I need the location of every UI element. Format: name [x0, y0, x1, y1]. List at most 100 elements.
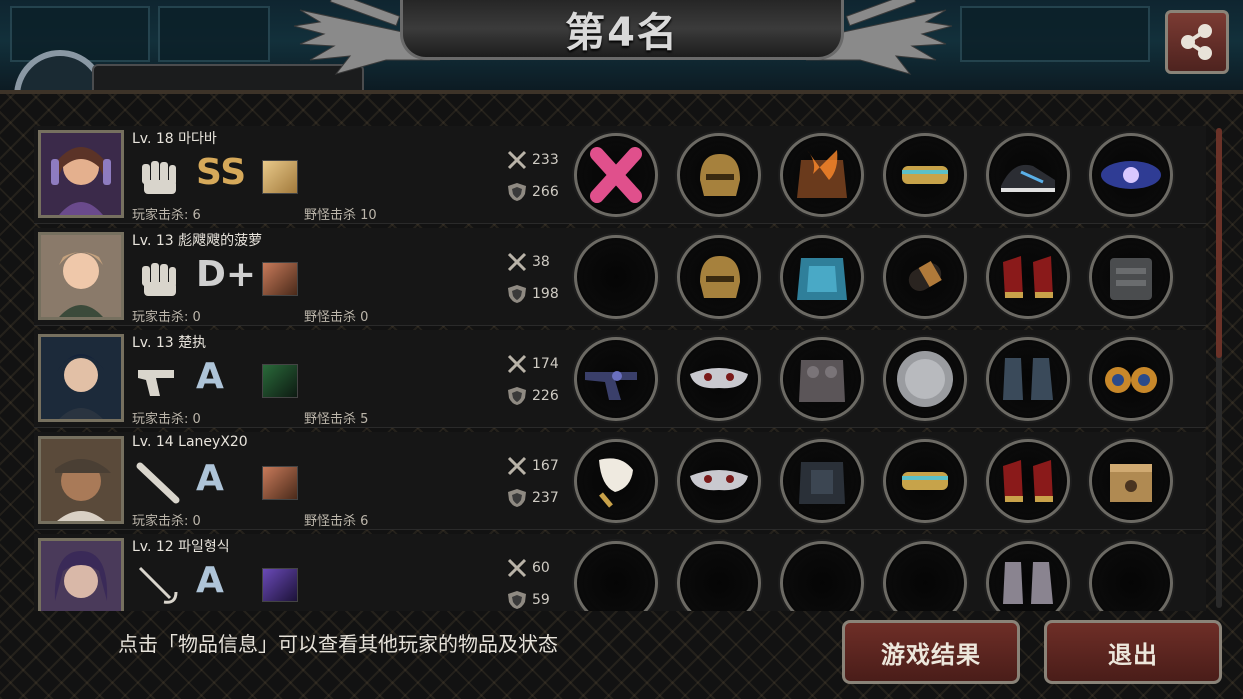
skill-icon: [262, 568, 298, 602]
grade-badge: D+: [196, 254, 257, 295]
player-portrait: [38, 232, 124, 320]
fist-icon: [142, 161, 176, 194]
crossed-swords-icon: [507, 354, 527, 374]
bat-icon: [136, 462, 180, 504]
grade-badge: SS: [196, 152, 247, 193]
rapier-icon: [138, 566, 178, 604]
item-slot-flaming-armor[interactable]: [780, 133, 864, 217]
item-slot-galaxy-orb[interactable]: [1089, 133, 1173, 217]
crossed-swords-icon: [507, 456, 527, 476]
attack-value: 167: [532, 458, 559, 474]
player-row[interactable]: Lv. 18 마다바 SS 玩家击杀: 6 野怪击杀 10 233 266: [34, 126, 1206, 224]
defense-value: 198: [532, 286, 559, 302]
defense-value: 237: [532, 490, 559, 506]
share-icon: [1181, 24, 1212, 60]
item-slot-empty[interactable]: [574, 541, 658, 611]
background-window: [158, 6, 270, 62]
game-result-button[interactable]: 游戏结果: [842, 620, 1020, 684]
item-slot-revolver[interactable]: [574, 337, 658, 421]
share-button[interactable]: [1165, 10, 1229, 74]
player-level-name: Lv. 13 楚执: [132, 335, 207, 351]
background-window: [960, 6, 1150, 62]
defense-value: 226: [532, 388, 559, 404]
grade-badge: A: [196, 356, 224, 397]
player-kills: 玩家击杀: 0: [132, 514, 201, 529]
player-portrait: [38, 334, 124, 422]
player-kills: 玩家击杀: 0: [132, 310, 201, 325]
attack-stat: 233: [506, 150, 559, 170]
item-slot-tactical-vest[interactable]: [1089, 235, 1173, 319]
item-slot-blue-boots[interactable]: [986, 337, 1070, 421]
skill-icon: [262, 466, 298, 500]
player-portrait: [38, 538, 124, 611]
player-kills: 玩家击杀: 0: [132, 412, 201, 427]
item-slot-stone-armor[interactable]: [780, 337, 864, 421]
item-slot-sneakers[interactable]: [986, 133, 1070, 217]
item-slot-grey-boots[interactable]: [986, 541, 1070, 611]
grade-badge: A: [196, 560, 224, 601]
player-row[interactable]: Lv. 12 파일형식 A 60 59: [34, 534, 1206, 611]
rank-title: 第4名: [565, 9, 679, 56]
defense-stat: 237: [506, 488, 559, 508]
shield-icon: [508, 489, 526, 507]
attack-stat: 38: [506, 252, 550, 272]
item-slot-silver-mask[interactable]: [677, 337, 761, 421]
player-list[interactable]: Lv. 18 마다바 SS 玩家击杀: 6 野怪击杀 10 233 266 Lv…: [34, 126, 1210, 611]
item-slot-empty[interactable]: [883, 541, 967, 611]
attack-value: 60: [532, 560, 550, 576]
item-slot-empty[interactable]: [574, 235, 658, 319]
player-row[interactable]: Lv. 13 彪飕飕的菠萝 D+ 玩家击杀: 0 野怪击杀 0 38 198: [34, 228, 1206, 326]
player-level-name: Lv. 14 LaneyX20: [132, 434, 248, 450]
rank-banner: 第4名: [400, 0, 844, 60]
item-slot-empty[interactable]: [780, 541, 864, 611]
item-slot-gold-earrings[interactable]: [1089, 337, 1173, 421]
defense-stat: 59: [506, 590, 550, 610]
player-level-name: Lv. 18 마다바: [132, 131, 217, 147]
shield-icon: [508, 387, 526, 405]
defense-value: 59: [532, 592, 550, 608]
scrollbar-thumb[interactable]: [1216, 128, 1222, 358]
player-portrait: [38, 436, 124, 524]
attack-stat: 60: [506, 558, 550, 578]
attack-stat: 167: [506, 456, 559, 476]
item-slot-empty[interactable]: [677, 541, 761, 611]
item-slot-empty[interactable]: [1089, 541, 1173, 611]
player-row[interactable]: Lv. 14 LaneyX20 A 玩家击杀: 0 野怪击杀 6 167 237: [34, 432, 1206, 530]
item-slot-steel-disc[interactable]: [883, 337, 967, 421]
defense-stat: 226: [506, 386, 559, 406]
item-slot-silver-mask[interactable]: [677, 439, 761, 523]
attack-value: 233: [532, 152, 559, 168]
item-slot-blue-armor[interactable]: [780, 235, 864, 319]
attack-stat: 174: [506, 354, 559, 374]
item-slot-gold-helmet[interactable]: [677, 133, 761, 217]
hint-text: 点击「物品信息」可以查看其他玩家的物品及状态: [118, 632, 558, 656]
crossed-swords-icon: [507, 252, 527, 272]
item-slot-red-heels[interactable]: [986, 235, 1070, 319]
item-slot-dark-armor[interactable]: [780, 439, 864, 523]
item-slot-red-heels[interactable]: [986, 439, 1070, 523]
shield-icon: [508, 285, 526, 303]
shield-icon: [508, 183, 526, 201]
item-slot-gold-bracelet[interactable]: [883, 133, 967, 217]
defense-value: 266: [532, 184, 559, 200]
pistol-icon: [138, 370, 174, 396]
item-slot-crate[interactable]: [1089, 439, 1173, 523]
exit-button[interactable]: 退出: [1044, 620, 1222, 684]
crossed-swords-icon: [507, 150, 527, 170]
item-slot-white-hat[interactable]: [574, 439, 658, 523]
fist-icon: [142, 263, 176, 296]
skill-icon: [262, 262, 298, 296]
skill-icon: [262, 160, 298, 194]
player-kills: 玩家击杀: 6: [132, 208, 201, 223]
item-slot-bullet[interactable]: [883, 235, 967, 319]
player-row[interactable]: Lv. 13 楚执 A 玩家击杀: 0 野怪击杀 5 174 226: [34, 330, 1206, 428]
item-slot-gold-bracelet[interactable]: [883, 439, 967, 523]
defense-stat: 266: [506, 182, 559, 202]
monster-kills: 野怪击杀 10: [304, 208, 377, 223]
player-level-name: Lv. 13 彪飕飕的菠萝: [132, 233, 263, 249]
monster-kills: 野怪击杀 5: [304, 412, 369, 427]
defense-stat: 198: [506, 284, 559, 304]
shield-icon: [508, 591, 526, 609]
item-slot-pink-cross-gloves[interactable]: [574, 133, 658, 217]
item-slot-gold-helmet[interactable]: [677, 235, 761, 319]
